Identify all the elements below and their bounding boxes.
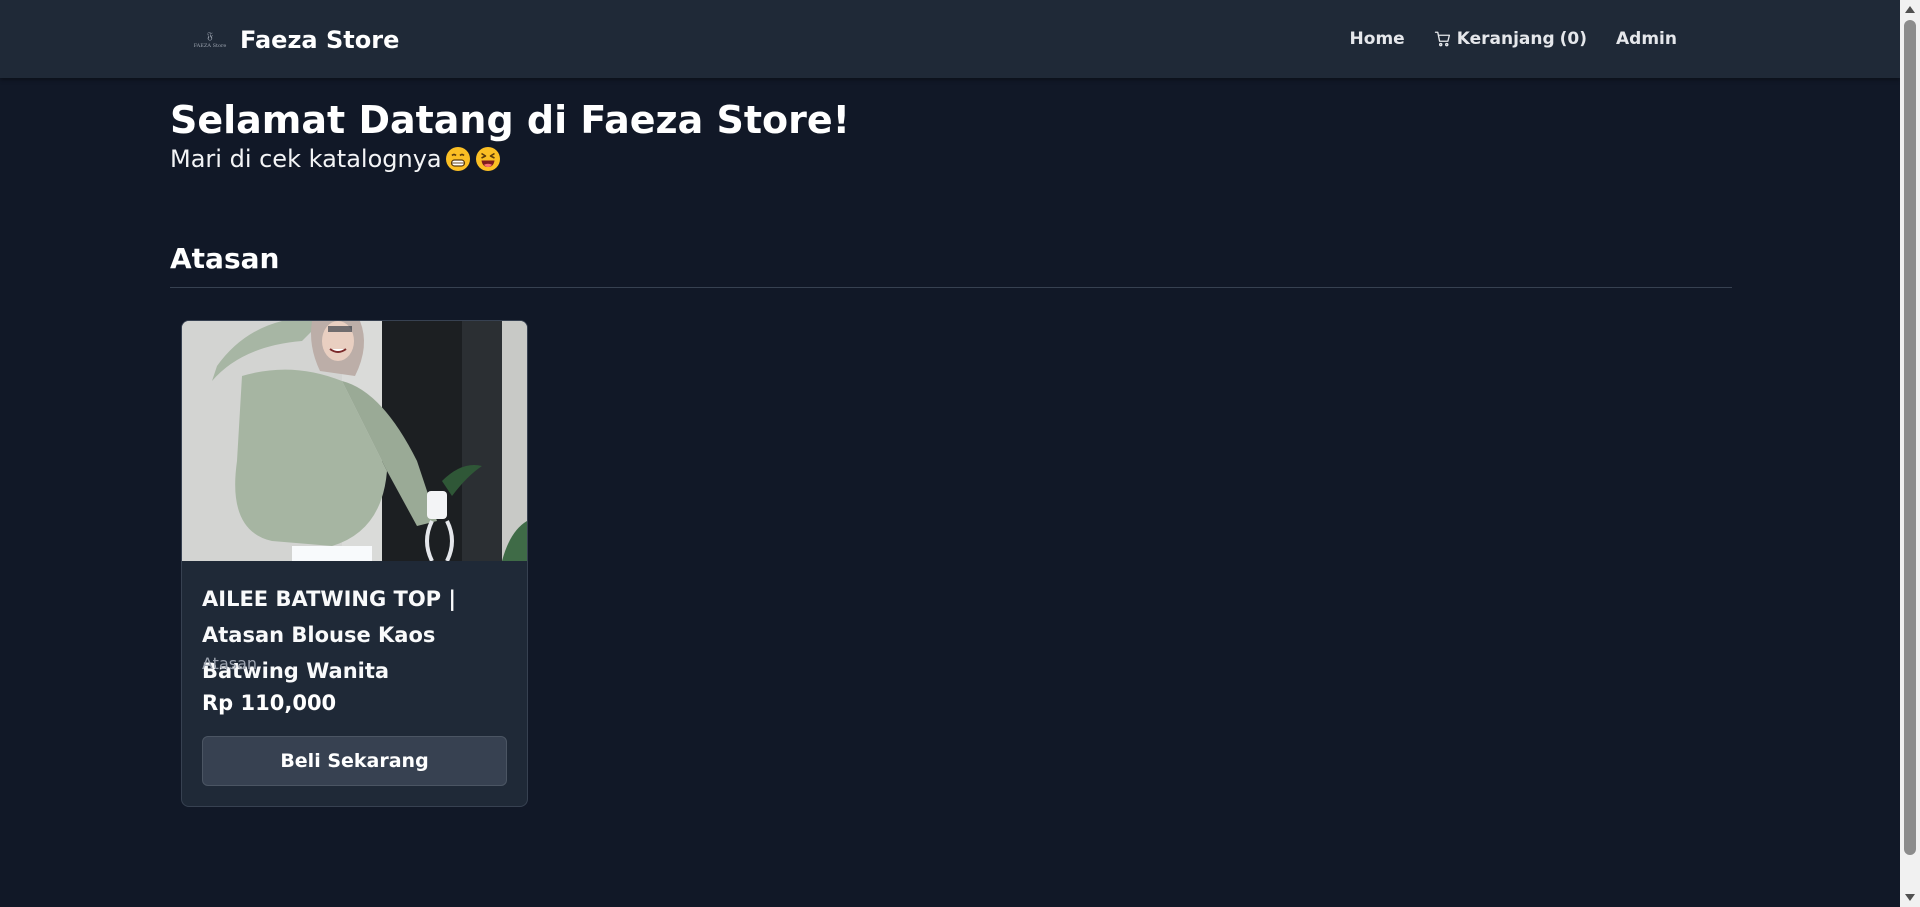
nav-link-cart[interactable]: Keranjang (0)	[1434, 29, 1587, 49]
grinning-face-emoji-icon	[445, 147, 470, 171]
page-title: Selamat Datang di Faeza Store!	[170, 98, 850, 142]
buy-now-button[interactable]: Beli Sekarang	[202, 736, 507, 786]
navbar: 𝔉 FAEZA Store Faeza Store Home Keranjang…	[0, 0, 1900, 78]
scroll-down-arrow-icon[interactable]	[1905, 894, 1915, 901]
page: 𝔉 FAEZA Store Faeza Store Home Keranjang…	[0, 0, 1920, 907]
subtitle-text: Mari di cek katalognya	[170, 145, 442, 173]
cart-count: (0)	[1559, 29, 1588, 49]
section-title-atasan: Atasan	[170, 242, 280, 275]
product-card: AILEE BATWING TOP | Atasan Blouse Kaos B…	[181, 320, 528, 807]
scroll-up-arrow-icon[interactable]	[1905, 6, 1915, 13]
squinting-laughing-face-emoji-icon	[475, 147, 500, 171]
cart-icon	[1434, 31, 1450, 47]
scrollbar-thumb[interactable]	[1904, 20, 1916, 855]
page-subtitle: Mari di cek katalognya	[170, 145, 505, 173]
brand-link[interactable]: 𝔉 FAEZA Store Faeza Store	[190, 22, 400, 58]
section-divider	[170, 287, 1732, 288]
nav-links: Home Keranjang (0) Admin	[1350, 26, 1677, 52]
product-category: Atasan	[202, 654, 258, 673]
nav-link-admin[interactable]: Admin	[1616, 29, 1677, 49]
logo-text: FAEZA Store	[193, 43, 227, 49]
cart-label: Keranjang	[1456, 29, 1555, 49]
product-price: Rp 110,000	[202, 691, 337, 715]
nav-link-home[interactable]: Home	[1350, 29, 1405, 49]
brand-name: Faeza Store	[240, 26, 400, 54]
store-logo-icon: 𝔉 FAEZA Store	[193, 31, 227, 49]
page-scrollbar[interactable]	[1900, 0, 1920, 907]
product-image[interactable]	[182, 321, 527, 561]
